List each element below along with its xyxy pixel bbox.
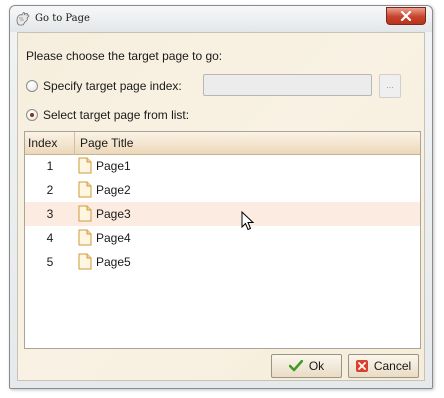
dialog-content: Please choose the target page to go: Spe… [17,32,425,381]
row-index: 1 [46,159,54,173]
row-title: Page5 [96,255,131,269]
table-header: Index Page Title [25,132,420,155]
close-button[interactable] [386,7,426,25]
cancel-label: Cancel [373,359,412,373]
row-title: Page1 [96,159,131,173]
page-icon [78,229,92,246]
select-from-list-option[interactable]: Select target page from list: [26,106,189,124]
ok-label: Ok [308,359,325,373]
select-from-list-radio[interactable] [26,109,38,121]
row-title: Page2 [96,183,131,197]
table-row[interactable]: 4 Page4 [25,226,420,250]
row-index: 4 [46,231,54,245]
specify-index-option[interactable]: Specify target page index: [26,77,182,95]
page-hand-icon [16,12,30,26]
check-icon [288,360,303,372]
page-icon [78,181,92,198]
page-icon [78,205,92,222]
page-icon [78,253,92,270]
close-icon [400,11,412,21]
select-from-list-label: Select target page from list: [43,108,190,122]
go-to-page-dialog: Go to Page Please choose the target page… [9,5,433,389]
table-row[interactable]: 5 Page5 [25,250,420,274]
page-icon [78,157,92,174]
browse-button[interactable]: ... [379,74,401,98]
page-index-input[interactable] [203,74,372,96]
prompt-text: Please choose the target page to go: [26,49,223,63]
specify-index-radio[interactable] [26,80,38,92]
column-header-index[interactable]: Index [25,132,75,154]
row-title: Page3 [96,207,131,221]
table-row[interactable]: 2 Page2 [25,178,420,202]
window-title: Go to Page [35,13,90,24]
page-list-table: Index Page Title 1 Page1 2 Page2 3 Page3… [24,131,421,349]
table-row[interactable]: 3 Page3 [25,202,420,226]
row-index: 2 [46,183,54,197]
specify-index-label: Specify target page index: [43,79,182,93]
column-header-page-title[interactable]: Page Title [75,132,420,154]
table-row[interactable]: 1 Page1 [25,154,420,178]
ok-button[interactable]: Ok [271,354,342,378]
row-index: 3 [46,207,54,221]
cancel-button[interactable]: Cancel [348,354,419,378]
row-index: 5 [46,255,54,269]
title-bar[interactable]: Go to Page [10,6,432,32]
mouse-cursor-icon [241,211,255,231]
x-icon [355,360,368,372]
row-title: Page4 [96,231,131,245]
